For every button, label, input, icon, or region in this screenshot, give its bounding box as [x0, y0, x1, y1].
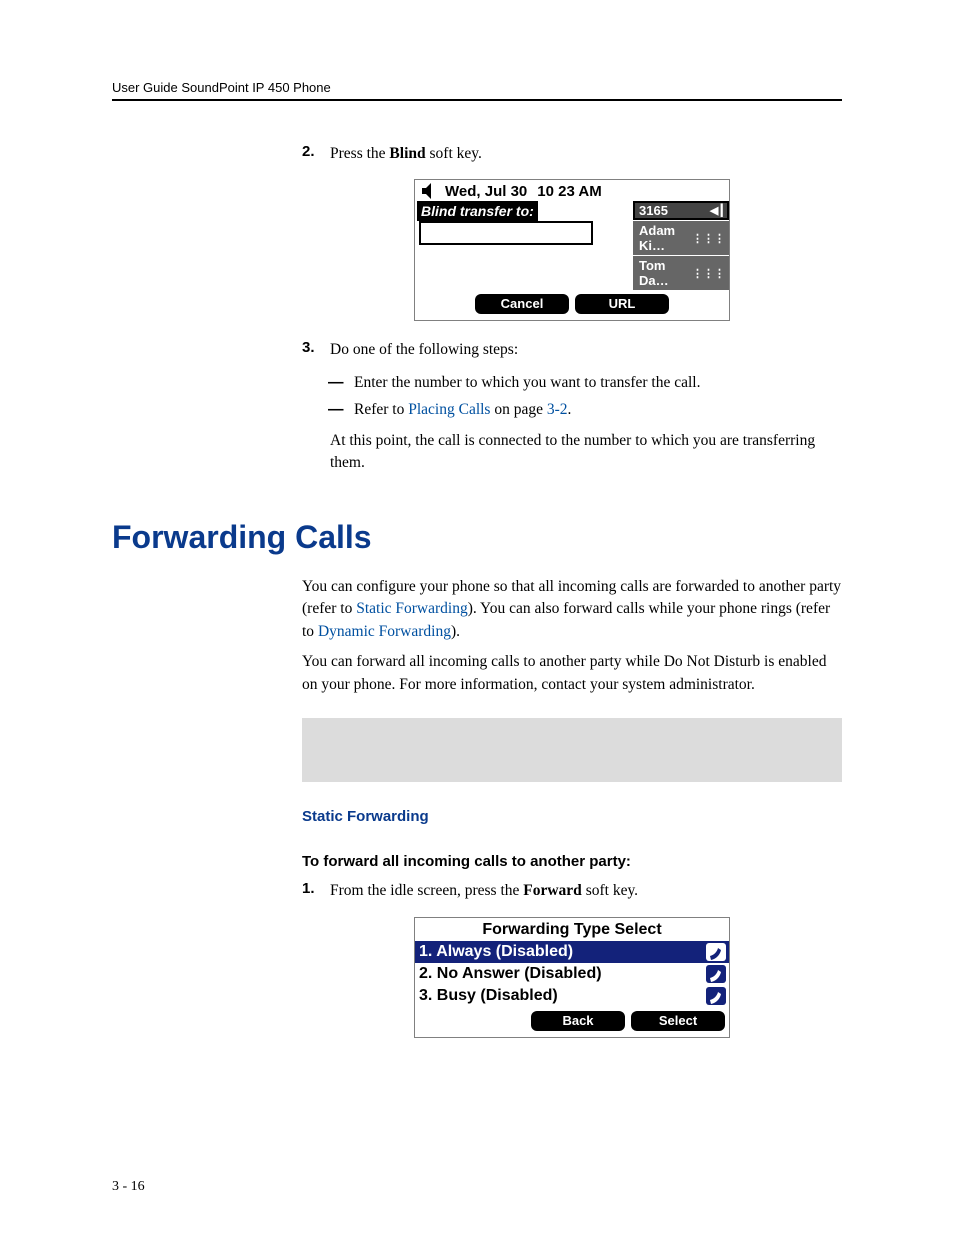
text: Press the [330, 145, 389, 162]
forwarding-option-no-answer[interactable]: 2. No Answer (Disabled) [415, 963, 729, 985]
phone-icon [705, 942, 727, 962]
link-static-forwarding[interactable]: Static Forwarding [356, 600, 468, 617]
option-label: 1. Always (Disabled) [419, 943, 705, 961]
step-body: Do one of the following steps: [330, 339, 842, 361]
step-number: 3. [302, 339, 330, 361]
text: on page [490, 401, 546, 418]
line-key-3[interactable]: Tom Da… ⋮⋮⋮ [633, 256, 729, 290]
back-softkey[interactable]: Back [531, 1011, 625, 1031]
page-number: 3 - 16 [112, 1179, 145, 1195]
link-placing-calls[interactable]: Placing Calls [408, 401, 490, 418]
text: Refer to [354, 401, 408, 418]
paragraph: You can forward all incoming calls to an… [302, 651, 842, 696]
text: Enter the number to which you want to tr… [354, 372, 701, 394]
line-key-1[interactable]: 3165 ◀┃ [633, 201, 729, 220]
select-softkey[interactable]: Select [631, 1011, 725, 1031]
cancel-softkey[interactable]: Cancel [475, 294, 569, 314]
procedure-heading: To forward all incoming calls to another… [302, 853, 842, 870]
url-softkey[interactable]: URL [575, 294, 669, 314]
phone-icon [705, 986, 727, 1006]
sub-bullet: — Refer to Placing Calls on page 3-2. [328, 399, 842, 421]
dash-icon: — [328, 372, 354, 394]
forwarding-option-busy[interactable]: 3. Busy (Disabled) [415, 985, 729, 1007]
link-dynamic-forwarding[interactable]: Dynamic Forwarding [318, 623, 451, 640]
subheading-static-forwarding: Static Forwarding [302, 808, 842, 825]
line-label: Adam Ki… [639, 223, 692, 253]
softkey-row: Back Select [415, 1007, 729, 1037]
screen-title: Forwarding Type Select [415, 918, 729, 941]
step-3: 3. Do one of the following steps: [302, 339, 842, 361]
softkey-row: Cancel URL [415, 290, 729, 320]
step-number: 1. [302, 880, 330, 902]
option-label: 3. Busy (Disabled) [419, 987, 705, 1005]
paragraph: At this point, the call is connected to … [330, 430, 842, 475]
note-box [302, 718, 842, 782]
phone-time: 10 23 AM [537, 183, 601, 200]
paragraph: You can configure your phone so that all… [302, 576, 842, 643]
forwarding-option-always[interactable]: 1. Always (Disabled) [415, 941, 729, 963]
option-label: 2. No Answer (Disabled) [419, 965, 705, 983]
step-number: 2. [302, 143, 330, 165]
text: soft key. [426, 145, 482, 162]
running-header: User Guide SoundPoint IP 450 Phone [112, 80, 842, 95]
softkey-name: Blind [389, 145, 425, 162]
step-body: From the idle screen, press the Forward … [330, 880, 842, 902]
keypad-icon: ⋮⋮⋮ [692, 267, 725, 280]
softkey-name: Forward [523, 882, 582, 899]
text: . [568, 401, 572, 418]
text: ). [451, 623, 460, 640]
arrow-left-icon: ◀┃ [710, 204, 725, 217]
keypad-icon: ⋮⋮⋮ [692, 232, 725, 245]
text: soft key. [582, 882, 638, 899]
dash-icon: — [328, 399, 354, 421]
blind-transfer-label: Blind transfer to: [417, 201, 538, 221]
text: Refer to Placing Calls on page 3-2. [354, 399, 571, 421]
step-1: 1. From the idle screen, press the Forwa… [302, 880, 842, 902]
speaker-icon [421, 182, 437, 200]
phone-screenshot-blind-transfer: Wed, Jul 30 10 23 AM Blind transfer to: … [414, 179, 730, 321]
phone-screenshot-forwarding-type: Forwarding Type Select 1. Always (Disabl… [414, 917, 730, 1038]
text: From the idle screen, press the [330, 882, 523, 899]
sub-bullet: — Enter the number to which you want to … [328, 372, 842, 394]
phone-status-bar: Wed, Jul 30 10 23 AM [415, 180, 729, 201]
step-2: 2. Press the Blind soft key. [302, 143, 842, 165]
phone-icon [705, 964, 727, 984]
phone-date: Wed, Jul 30 [445, 183, 527, 200]
header-rule [112, 99, 842, 101]
section-heading-forwarding-calls: Forwarding Calls [112, 519, 842, 556]
line-label: 3165 [639, 203, 668, 218]
link-page-3-2[interactable]: 3-2 [547, 401, 568, 418]
line-key-2[interactable]: Adam Ki… ⋮⋮⋮ [633, 221, 729, 255]
step-body: Press the Blind soft key. [330, 143, 842, 165]
transfer-number-field[interactable] [419, 221, 593, 245]
line-label: Tom Da… [639, 258, 692, 288]
